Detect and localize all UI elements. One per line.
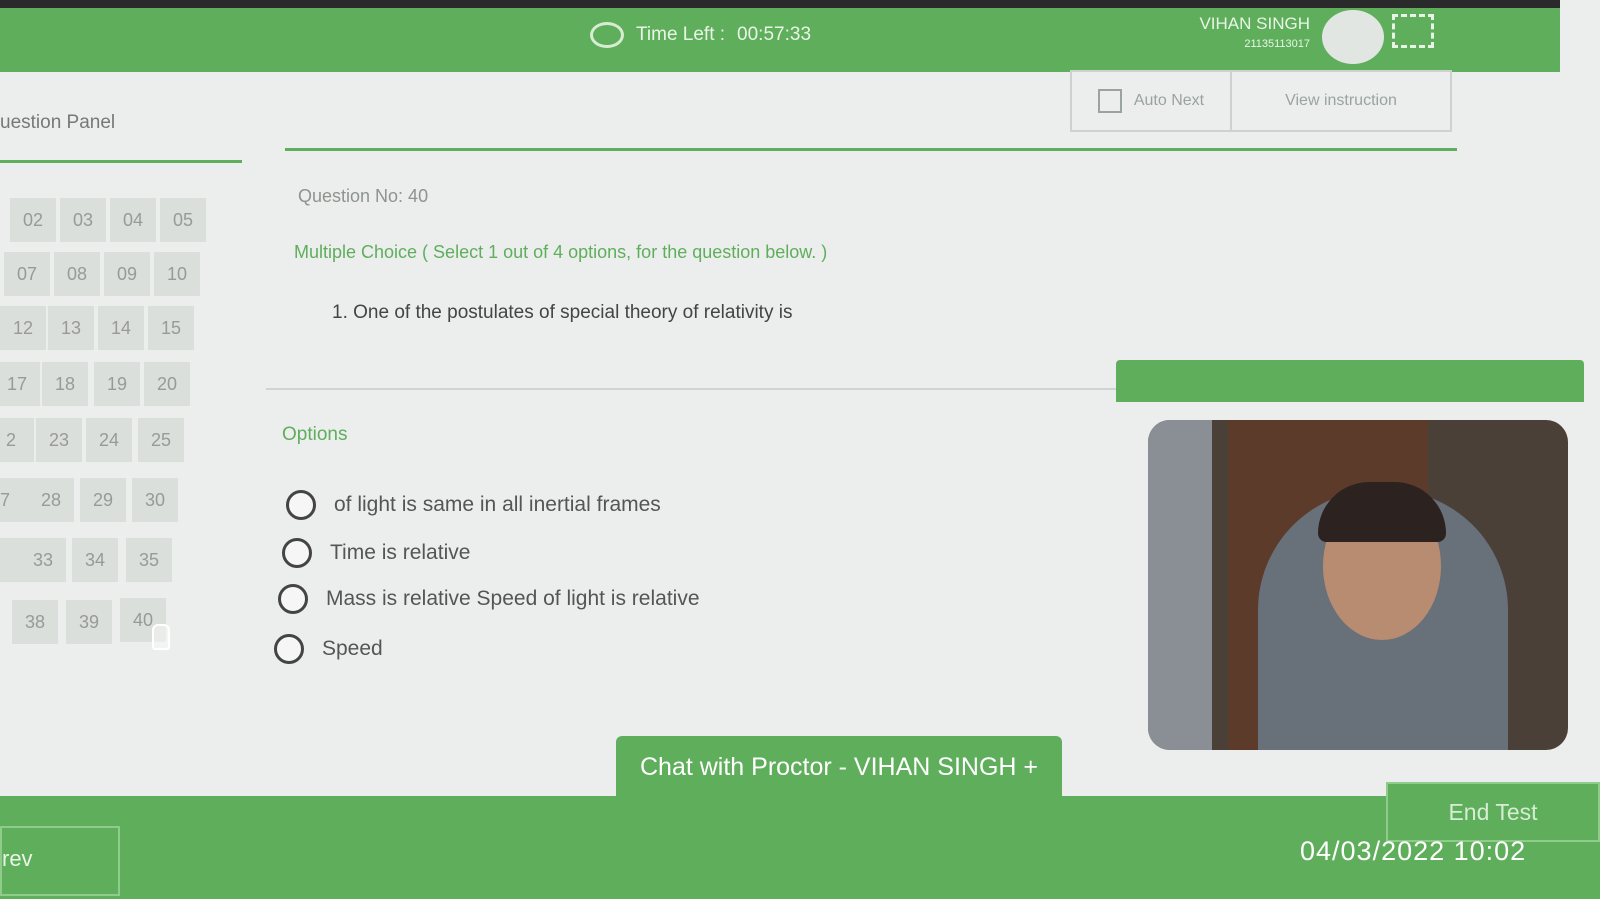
question-number-button[interactable]: 34 xyxy=(72,538,118,582)
timer: Time Left : 00:57:33 xyxy=(590,22,811,48)
question-number-button[interactable]: 20 xyxy=(144,362,190,406)
question-number-button[interactable]: 10 xyxy=(154,252,200,296)
question-number-button[interactable]: 14 xyxy=(98,306,144,350)
question-number-button[interactable]: 35 xyxy=(126,538,172,582)
question-type-label: Multiple Choice ( Select 1 out of 4 opti… xyxy=(294,242,828,262)
question-number-button[interactable]: 17 xyxy=(0,362,40,406)
question-number-button[interactable]: 29 xyxy=(80,478,126,522)
option-4[interactable]: Speed xyxy=(274,634,383,664)
option-label: of light is same in all inertial frames xyxy=(334,493,661,516)
option-label: Speed xyxy=(322,637,383,660)
question-number-button[interactable]: 03 xyxy=(60,198,106,242)
option-label: Time is relative xyxy=(330,541,471,564)
question-number-button[interactable]: 04 xyxy=(110,198,156,242)
auto-next-checkbox[interactable] xyxy=(1097,89,1122,113)
question-number-button[interactable]: 15 xyxy=(148,306,194,350)
time-left-value: 00:57:33 xyxy=(737,24,812,45)
question-number-button[interactable]: 12 xyxy=(0,306,46,350)
question-number-button[interactable]: 7 xyxy=(0,478,28,522)
question-text: 1. One of the postulates of special theo… xyxy=(332,302,793,323)
user-name: VIHAN SINGH xyxy=(1199,14,1310,33)
question-number-button[interactable]: 13 xyxy=(48,306,94,350)
question-panel-title: uestion Panel xyxy=(0,112,116,133)
question-number-label: Question No: 40 xyxy=(298,186,429,206)
question-number-button[interactable]: 39 xyxy=(66,600,112,644)
prev-button[interactable]: rev xyxy=(0,826,120,896)
webcam-header[interactable] xyxy=(1116,360,1584,402)
question-number-button[interactable]: 38 xyxy=(12,600,58,644)
question-divider xyxy=(266,388,1116,390)
user-info: VIHAN SINGH 21135113017 xyxy=(1160,14,1310,50)
question-number-button[interactable] xyxy=(0,538,22,582)
question-number-button[interactable]: 24 xyxy=(86,418,132,462)
question-number-button[interactable]: 2 xyxy=(0,418,34,462)
main-divider xyxy=(285,148,1457,151)
toolbar: Auto Next View instruction xyxy=(1070,70,1452,132)
top-bar: Time Left : 00:57:33 VIHAN SINGH 2113511… xyxy=(0,0,1560,72)
option-label: Mass is relative Speed of light is relat… xyxy=(326,587,700,610)
chat-with-proctor-button[interactable]: Chat with Proctor - VIHAN SINGH + xyxy=(616,736,1062,798)
fullscreen-icon[interactable] xyxy=(1392,14,1434,48)
view-instruction-button[interactable]: View instruction xyxy=(1232,72,1450,130)
exam-screen: Time Left : 00:57:33 VIHAN SINGH 2113511… xyxy=(0,0,1600,899)
question-number-button[interactable]: 19 xyxy=(94,362,140,406)
question-number-button[interactable]: 09 xyxy=(104,252,150,296)
question-number-button[interactable]: 05 xyxy=(160,198,206,242)
question-number-button[interactable]: 07 xyxy=(4,252,50,296)
radio-button[interactable] xyxy=(274,634,304,664)
question-number-button[interactable]: 18 xyxy=(42,362,88,406)
question-number-button[interactable]: 02 xyxy=(10,198,56,242)
auto-next-label: Auto Next xyxy=(1133,92,1205,109)
radio-button[interactable] xyxy=(278,584,308,614)
auto-next-toggle[interactable]: Auto Next xyxy=(1072,72,1232,130)
question-number-button[interactable]: 28 xyxy=(28,478,74,522)
options-label: Options xyxy=(282,424,348,445)
clock-icon xyxy=(590,22,624,48)
user-id: 21135113017 xyxy=(1244,38,1310,50)
question-number-button[interactable]: 23 xyxy=(36,418,82,462)
end-test-button[interactable]: End Test xyxy=(1386,782,1600,842)
question-number-button[interactable]: 25 xyxy=(138,418,184,462)
question-number-button[interactable]: 08 xyxy=(54,252,100,296)
option-3[interactable]: Mass is relative Speed of light is relat… xyxy=(278,584,700,614)
question-number-button[interactable]: 30 xyxy=(132,478,178,522)
radio-button[interactable] xyxy=(282,538,312,568)
photo-timestamp: 04/03/2022 10:02 xyxy=(1300,836,1527,866)
option-1[interactable]: of light is same in all inertial frames xyxy=(286,490,661,520)
time-left-label: Time Left : xyxy=(636,24,726,45)
panel-divider xyxy=(0,160,242,163)
radio-button[interactable] xyxy=(286,490,316,520)
option-2[interactable]: Time is relative xyxy=(282,538,470,568)
webcam-feed xyxy=(1148,420,1568,750)
webcam-background xyxy=(1148,420,1212,750)
question-number-button[interactable]: 33 xyxy=(20,538,66,582)
avatar xyxy=(1322,10,1384,64)
hand-cursor-icon xyxy=(152,624,170,650)
